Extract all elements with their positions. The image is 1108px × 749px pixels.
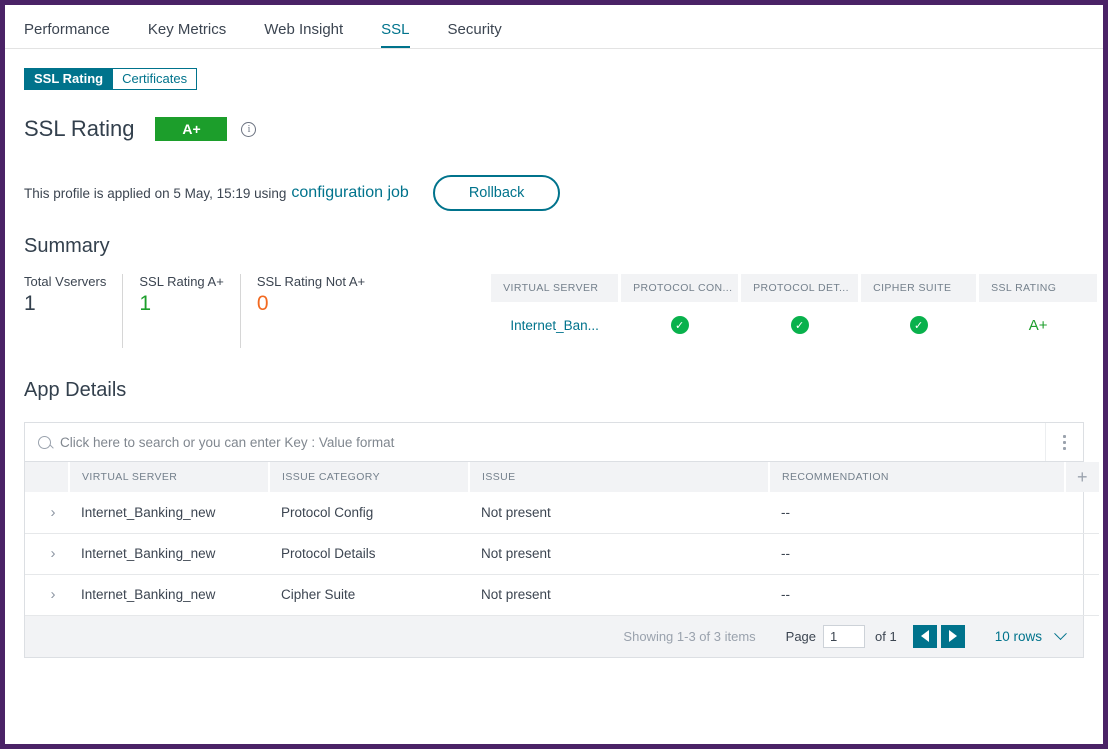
summary-title: Summary — [24, 235, 110, 257]
next-page-button[interactable] — [940, 624, 965, 648]
kpi-group: Total Vservers 1 SSL Rating A+ 1 SSL Rat… — [24, 274, 381, 348]
page-title: SSL Rating — [24, 116, 135, 141]
cell-recommendation: -- — [769, 533, 1065, 575]
cell-spacer — [1065, 492, 1099, 534]
ssl-rating-badge: A+ — [155, 117, 228, 141]
check-circle-icon: ✓ — [790, 316, 809, 334]
kpi-total-vservers: Total Vservers 1 — [24, 274, 122, 348]
expand-cell: › — [25, 574, 69, 616]
cell-spacer — [1065, 533, 1099, 575]
search-input[interactable] — [60, 434, 1045, 450]
rows-per-page-select[interactable]: 10 rows — [994, 626, 1067, 644]
tab-web-insight[interactable]: Web Insight — [264, 22, 343, 48]
table-header-row: VIRTUAL SERVER ISSUE CATEGORY ISSUE RECO… — [25, 462, 1099, 492]
cell-issue: Not present — [469, 492, 769, 534]
col-add: + — [1065, 462, 1099, 492]
app-window: Performance Key Metrics Web Insight SSL … — [0, 0, 1108, 749]
cell-recommendation: -- — [769, 574, 1065, 616]
summary-col-ssl-rating: SSL RATING — [979, 274, 1098, 302]
col-issue[interactable]: ISSUE — [469, 462, 770, 492]
check-circle-icon: ✓ — [670, 316, 689, 334]
virtual-server-link[interactable]: Internet_Ban... — [510, 318, 599, 333]
cell-virtual-server: Internet_Banking_new — [69, 574, 269, 616]
cell-issue-category: Cipher Suite — [269, 574, 469, 616]
table-row: › Internet_Banking_new Protocol Config N… — [25, 492, 1099, 534]
summary-area: Total Vservers 1 SSL Rating A+ 1 SSL Rat… — [24, 274, 1098, 348]
col-expand — [25, 462, 70, 492]
expand-cell: › — [25, 492, 69, 534]
col-recommendation[interactable]: RECOMMENDATION — [769, 462, 1066, 492]
rows-per-page-label: 10 rows — [994, 628, 1042, 644]
more-options-icon[interactable] — [1045, 423, 1083, 461]
chevron-right-icon[interactable]: › — [51, 586, 56, 603]
add-column-icon[interactable]: + — [1066, 468, 1099, 486]
app-details-panel: VIRTUAL SERVER ISSUE CATEGORY ISSUE RECO… — [24, 422, 1099, 658]
kpi-ssl-rating-aplus: SSL Rating A+ 1 — [122, 274, 239, 348]
summary-cell-ssl-rating: A+ — [979, 317, 1097, 334]
kpi-label: SSL Rating A+ — [139, 274, 224, 289]
ssl-rating-header: SSL Rating A+ i — [24, 116, 1084, 142]
app-details-title: App Details — [24, 379, 127, 401]
summary-table-row: Internet_Ban... ✓ ✓ ✓ A+ — [491, 302, 1097, 348]
summary-col-cipher-suite: CIPHER SUITE — [861, 274, 977, 302]
configuration-job-link[interactable]: configuration job — [291, 184, 408, 202]
cell-issue: Not present — [469, 574, 769, 616]
search-bar — [25, 423, 1083, 462]
showing-count: Showing 1-3 of 3 items — [623, 628, 756, 644]
cell-issue-category: Protocol Config — [269, 492, 469, 534]
pagination-bar: Showing 1-3 of 3 items Page of 1 10 rows — [25, 615, 1083, 657]
kpi-label: Total Vservers — [24, 274, 107, 289]
previous-page-button[interactable] — [912, 624, 937, 648]
chevron-right-icon[interactable]: › — [51, 545, 56, 562]
kpi-label: SSL Rating Not A+ — [256, 274, 366, 289]
summary-col-protocol-config: PROTOCOL CON... — [621, 274, 739, 302]
kpi-ssl-rating-not-aplus: SSL Rating Not A+ 0 — [239, 274, 381, 348]
cell-issue-category: Protocol Details — [269, 533, 469, 575]
summary-table: VIRTUAL SERVER PROTOCOL CON... PROTOCOL … — [491, 274, 1098, 348]
tab-security[interactable]: Security — [448, 22, 502, 48]
page-number-input[interactable] — [823, 624, 866, 648]
kpi-value: 1 — [139, 292, 152, 315]
summary-cell-virtual-server: Internet_Ban... — [491, 318, 618, 333]
summary-col-virtual-server: VIRTUAL SERVER — [491, 274, 619, 302]
ssl-rating-value: A+ — [1028, 316, 1048, 334]
tab-ssl[interactable]: SSL — [381, 22, 410, 48]
summary-cell-cipher-suite: ✓ — [861, 316, 976, 334]
page-total-label: of 1 — [875, 628, 897, 644]
summary-cell-protocol-details: ✓ — [741, 316, 858, 334]
table-row: › Internet_Banking_new Cipher Suite Not … — [25, 574, 1099, 616]
sub-tab-group: SSL Rating Certificates — [5, 49, 1103, 90]
chevron-right-icon[interactable]: › — [51, 504, 56, 521]
cell-spacer — [1065, 574, 1099, 616]
kpi-value: 0 — [256, 292, 269, 315]
profile-applied-text: This profile is applied on 5 May, 15:19 … — [24, 185, 287, 201]
col-issue-category[interactable]: ISSUE CATEGORY — [269, 462, 470, 492]
rollback-button[interactable]: Rollback — [432, 175, 561, 211]
kpi-value: 1 — [24, 292, 36, 315]
page-label: Page — [785, 628, 817, 644]
table-row: › Internet_Banking_new Protocol Details … — [25, 533, 1099, 575]
chevron-down-icon — [1054, 626, 1067, 640]
summary-cell-protocol-config: ✓ — [621, 316, 738, 334]
summary-table-header: VIRTUAL SERVER PROTOCOL CON... PROTOCOL … — [491, 274, 1098, 302]
expand-cell: › — [25, 533, 69, 575]
tab-key-metrics[interactable]: Key Metrics — [148, 22, 226, 48]
check-circle-icon: ✓ — [909, 316, 928, 334]
search-icon — [38, 435, 51, 449]
cell-issue: Not present — [469, 533, 769, 575]
cell-recommendation: -- — [769, 492, 1065, 534]
tab-performance[interactable]: Performance — [24, 22, 110, 48]
cell-virtual-server: Internet_Banking_new — [69, 533, 269, 575]
summary-col-protocol-details: PROTOCOL DET... — [741, 274, 859, 302]
subtab-ssl-rating[interactable]: SSL Rating — [24, 68, 114, 90]
col-virtual-server[interactable]: VIRTUAL SERVER — [69, 462, 270, 492]
profile-applied-row: This profile is applied on 5 May, 15:19 … — [24, 175, 1084, 211]
main-tab-bar: Performance Key Metrics Web Insight SSL … — [5, 5, 1103, 49]
app-details-table: VIRTUAL SERVER ISSUE CATEGORY ISSUE RECO… — [25, 462, 1099, 616]
cell-virtual-server: Internet_Banking_new — [69, 492, 269, 534]
subtab-certificates[interactable]: Certificates — [113, 68, 198, 90]
info-icon[interactable]: i — [241, 121, 257, 137]
